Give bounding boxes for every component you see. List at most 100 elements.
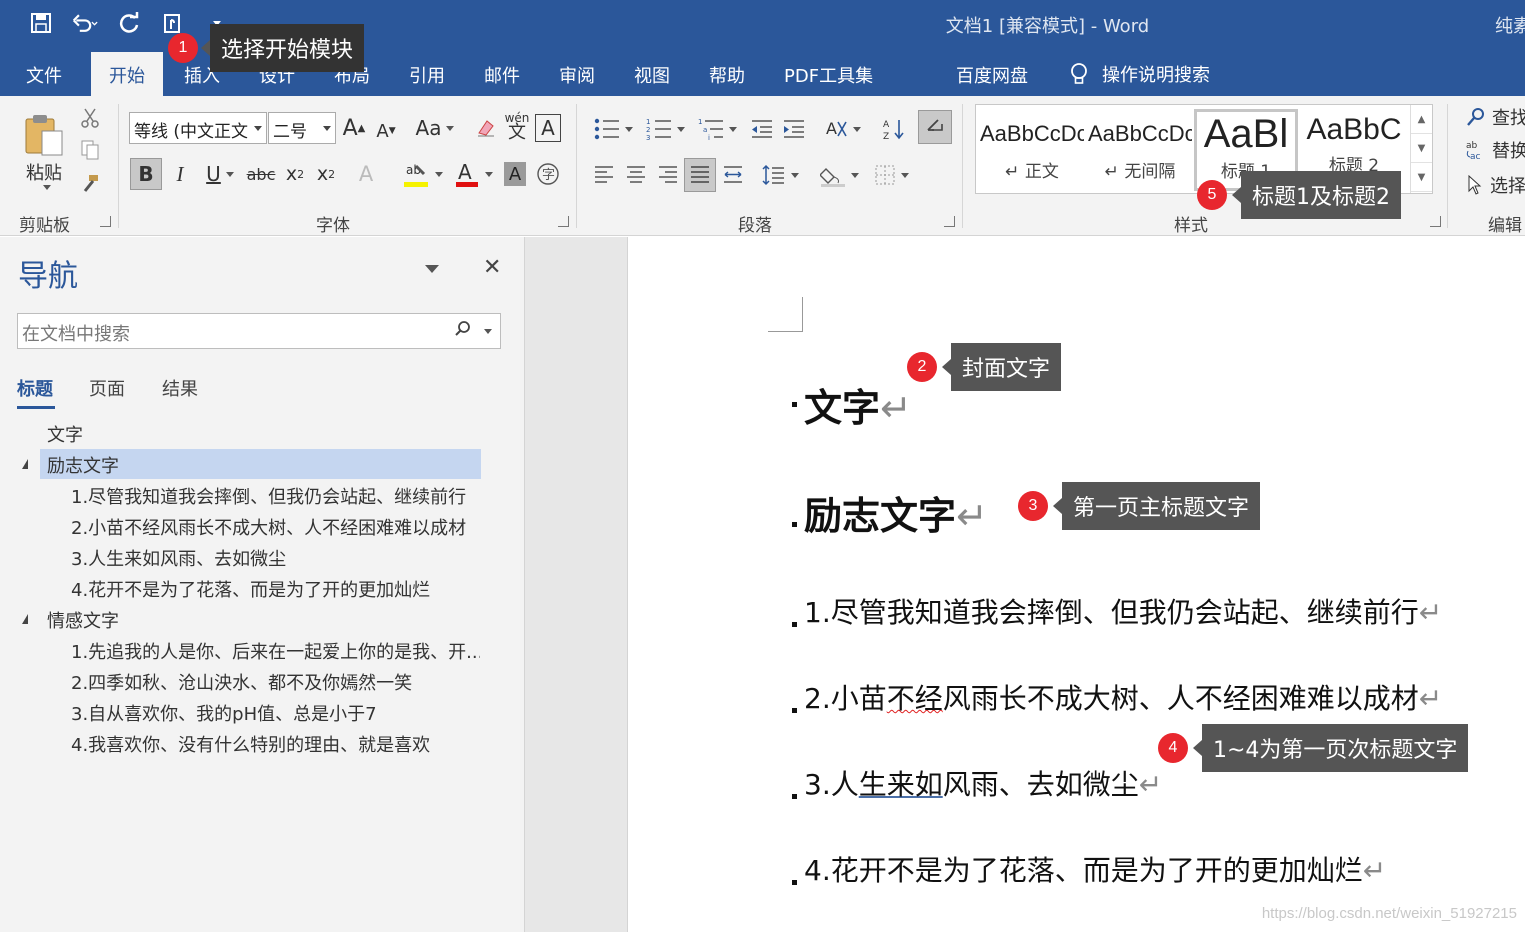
copy-icon[interactable]	[78, 138, 102, 162]
align-center-icon[interactable]	[622, 160, 650, 190]
collapse-arrow-icon[interactable]	[22, 614, 28, 624]
line-spacing-button[interactable]	[758, 160, 802, 190]
annotation-callout: 标题1及标题2	[1232, 171, 1401, 219]
doc-subheading[interactable]: 1.尽管我知道我会摔倒、但我仍会站起、继续前行↵	[804, 591, 1442, 631]
font-color-button[interactable]: A	[450, 158, 496, 190]
more-styles-icon[interactable]: ▼	[1411, 163, 1432, 192]
borders-button[interactable]	[868, 160, 914, 190]
styles-group-label: 样式	[1174, 216, 1208, 236]
nav-subheading-item[interactable]: 3.人生来如风雨、去如微尘	[64, 542, 480, 572]
justify-icon[interactable]	[684, 158, 716, 192]
increase-indent-icon[interactable]	[780, 114, 808, 144]
highlight-color-button[interactable]: ab	[398, 158, 446, 190]
bullets-button[interactable]	[590, 114, 636, 144]
character-border-icon[interactable]: A	[535, 114, 561, 142]
clear-formatting-icon[interactable]	[473, 113, 499, 143]
enclose-characters-icon[interactable]: 字	[535, 160, 561, 188]
doc-subheading[interactable]: 4.花开不是为了花落、而是为了开的更加灿烂↵	[804, 849, 1386, 889]
search-options-icon[interactable]	[484, 329, 492, 334]
distributed-icon[interactable]	[720, 160, 746, 190]
tab-mailings[interactable]: 邮件	[484, 62, 520, 88]
shading-button[interactable]	[816, 160, 862, 190]
collapse-arrow-icon[interactable]	[22, 459, 28, 469]
find-button[interactable]: 查找	[1466, 104, 1525, 130]
show-hide-marks-icon[interactable]	[918, 110, 952, 144]
tab-baidu-netdisk[interactable]: 百度网盘	[956, 62, 1028, 88]
underline-button[interactable]: U	[198, 158, 242, 190]
change-case-button[interactable]: Aa	[413, 113, 457, 143]
superscript-button[interactable]: x2	[314, 158, 338, 190]
align-left-icon[interactable]	[590, 160, 618, 190]
nav-subheading-item[interactable]: 1.尽管我知道我会摔倒、但我仍会站起、继续前行	[64, 480, 480, 510]
font-size-combo[interactable]: 二号	[268, 112, 336, 144]
italic-button[interactable]: I	[168, 158, 192, 190]
tab-view[interactable]: 视图	[634, 62, 670, 88]
multilevel-list-button[interactable]: 1ai	[694, 114, 740, 144]
nav-search-input[interactable]: 在文档中搜索	[17, 313, 501, 349]
chinese-layout-button[interactable]: A	[820, 114, 864, 144]
cut-icon[interactable]	[78, 106, 102, 130]
styles-launcher-icon[interactable]	[1430, 216, 1441, 227]
nav-subheading-item[interactable]: 2.小苗不经风雨长不成大树、人不经困难难以成材	[64, 511, 480, 541]
select-button[interactable]: 选择	[1466, 172, 1525, 198]
document-page[interactable]: 文字↵ 励志文字↵ 1.尽管我知道我会摔倒、但我仍会站起、继续前行↵ 2.小苗不…	[628, 237, 1525, 932]
shrink-font-icon[interactable]: A ▼	[373, 116, 399, 146]
bold-button[interactable]: B	[130, 158, 162, 190]
character-shading-icon[interactable]: A	[504, 162, 526, 186]
search-icon[interactable]	[454, 320, 472, 338]
tab-pdf-tools[interactable]: PDF工具集	[784, 62, 873, 88]
paste-button[interactable]: 粘贴	[20, 104, 68, 196]
styles-scrollbar[interactable]: ▲ ▼ ▼	[1410, 105, 1432, 193]
phonetic-guide-icon[interactable]: wén 文	[505, 110, 530, 144]
lightbulb-icon	[1071, 63, 1087, 84]
font-launcher-icon[interactable]	[558, 216, 569, 227]
watermark: https://blog.csdn.net/weixin_51927215	[1261, 905, 1517, 922]
close-icon[interactable]: ✕	[483, 255, 501, 280]
scroll-up-icon[interactable]: ▲	[1411, 105, 1432, 134]
nav-heading-item[interactable]: 文字	[40, 418, 480, 448]
active-tab-indicator	[17, 406, 55, 409]
doc-heading-main[interactable]: 励志文字↵	[804, 485, 988, 540]
tab-review[interactable]: 审阅	[559, 62, 595, 88]
user-name[interactable]: 纯素	[1495, 12, 1525, 38]
style-normal[interactable]: AaBbCcDc ↵ 正文	[980, 109, 1084, 191]
tab-home[interactable]: 开始	[91, 52, 163, 96]
doc-heading-cover[interactable]: 文字↵	[804, 377, 912, 432]
numbering-button[interactable]: 123	[642, 114, 688, 144]
strikethrough-button[interactable]: abc	[247, 158, 276, 190]
nav-heading-item[interactable]: 情感文字	[40, 604, 480, 634]
nav-tab-results[interactable]: 结果	[162, 375, 198, 401]
replace-button[interactable]: ab ac 替换	[1466, 137, 1525, 163]
decrease-indent-icon[interactable]	[748, 114, 776, 144]
format-painter-icon[interactable]	[78, 172, 102, 196]
nav-tab-pages[interactable]: 页面	[89, 375, 125, 401]
grow-font-icon[interactable]: A ▲	[341, 113, 367, 143]
navigation-pane: 导航 ✕ 在文档中搜索 标题 页面 结果 文字 励志文字 1.尽管我知道我会摔倒…	[0, 237, 525, 932]
nav-tab-headings[interactable]: 标题	[17, 375, 53, 401]
align-right-icon[interactable]	[654, 160, 682, 190]
nav-subheading-item[interactable]: 2.四季如秋、沧山泱水、都不及你嫣然一笑	[64, 666, 480, 696]
doc-subheading[interactable]: 2.小苗不经风雨长不成大树、人不经困难难以成材↵	[804, 677, 1442, 717]
doc-subheading[interactable]: 3.人生来如风雨、去如微尘↵	[804, 763, 1162, 803]
font-name-combo[interactable]: 等线 (中文正文	[129, 112, 267, 144]
style-no-spacing[interactable]: AaBbCcDc ↵ 无间隔	[1088, 109, 1192, 191]
annotation-badge: 5	[1197, 180, 1227, 210]
scroll-down-icon[interactable]: ▼	[1411, 134, 1432, 163]
tab-file[interactable]: 文件	[26, 62, 62, 88]
tell-me-search[interactable]: 操作说明搜索	[1070, 61, 1210, 87]
sort-icon[interactable]: AZ	[880, 114, 908, 144]
nav-subheading-item[interactable]: 4.花开不是为了花落、而是为了开的更加灿烂	[64, 573, 480, 603]
paragraph-launcher-icon[interactable]	[944, 216, 955, 227]
text-effects-icon[interactable]: A	[352, 158, 380, 190]
tab-help[interactable]: 帮助	[709, 62, 745, 88]
nav-heading-item[interactable]: 励志文字	[40, 449, 481, 479]
nav-options-icon[interactable]	[425, 265, 439, 273]
clipboard-launcher-icon[interactable]	[100, 216, 111, 227]
nav-subheading-item[interactable]: 1.先追我的人是你、后来在一起爱上你的是我、开...	[64, 635, 480, 665]
paste-dropdown-icon[interactable]	[42, 184, 51, 190]
nav-subheading-item[interactable]: 4.我喜欢你、没有什么特别的理由、就是喜欢	[64, 728, 480, 758]
subscript-button[interactable]: x2	[283, 158, 307, 190]
svg-text:A: A	[458, 160, 472, 184]
nav-subheading-item[interactable]: 3.自从喜欢你、我的pH值、总是小于7	[64, 697, 480, 727]
tab-references[interactable]: 引用	[409, 62, 445, 88]
